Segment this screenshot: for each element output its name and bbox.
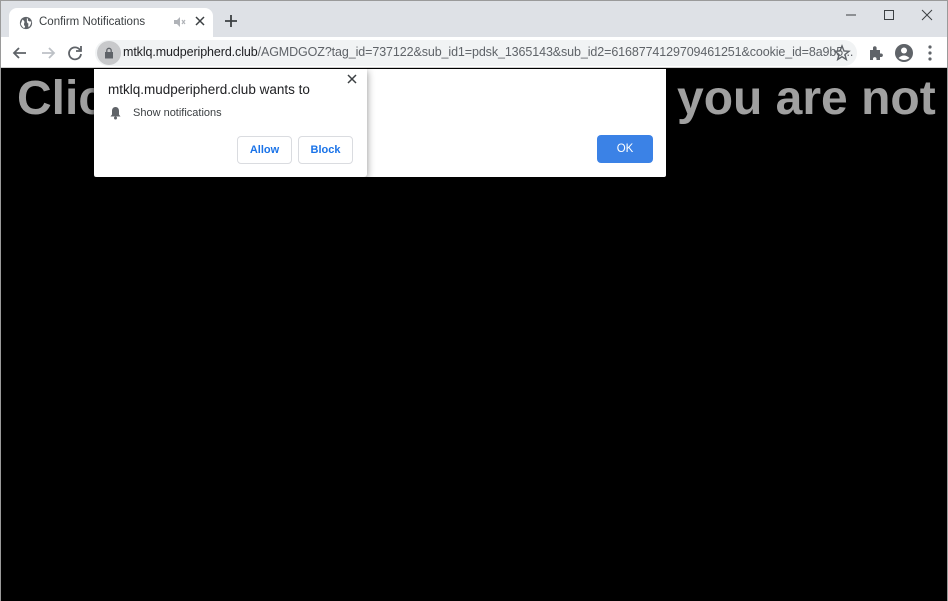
permission-label: Show notifications xyxy=(133,107,222,119)
url-host: mtklq.mudperipherd.club xyxy=(123,45,258,59)
reload-icon[interactable] xyxy=(64,42,86,64)
minimize-button[interactable] xyxy=(831,1,871,29)
maximize-button[interactable] xyxy=(869,1,909,29)
speaker-muted-icon[interactable] xyxy=(172,15,186,29)
tab-close-button[interactable] xyxy=(192,13,208,29)
close-icon[interactable] xyxy=(345,72,359,86)
close-icon xyxy=(195,16,205,26)
bell-icon xyxy=(110,107,121,120)
notification-permission-prompt: mtklq.mudperipherd.club wants to Show no… xyxy=(94,69,367,177)
minimize-icon xyxy=(846,14,856,16)
tab-strip: Confirm Notifications xyxy=(1,1,947,37)
new-tab-button[interactable] xyxy=(221,11,241,31)
star-icon[interactable] xyxy=(833,44,851,62)
browser-toolbar: mtklq.mudperipherd.club/AGMDGOZ?tag_id=7… xyxy=(1,37,947,68)
kebab-menu-icon[interactable] xyxy=(925,44,935,62)
maximize-icon xyxy=(884,10,894,20)
tab-title: Confirm Notifications xyxy=(39,16,146,28)
plus-icon xyxy=(225,15,237,27)
headline-right-text: you are not xyxy=(677,72,936,125)
site-info-button[interactable] xyxy=(97,41,121,65)
alert-ok-button[interactable]: OK xyxy=(597,135,653,163)
browser-window: Confirm Notifications mtklq.mudperipherd… xyxy=(0,0,948,601)
close-window-button[interactable] xyxy=(907,1,947,29)
headline-left-text: Clic xyxy=(17,72,106,125)
arrow-right-icon[interactable] xyxy=(37,42,59,64)
tab-confirm-notifications[interactable]: Confirm Notifications xyxy=(9,8,213,37)
globe-icon xyxy=(19,16,33,30)
url-path: /AGMDGOZ?tag_id=737122&sub_id1=pdsk_1365… xyxy=(257,45,854,59)
puzzle-icon[interactable] xyxy=(867,44,885,62)
page-content: Clic you are not mtklq.mudperipherd.club… xyxy=(1,69,947,601)
url-text[interactable]: mtklq.mudperipherd.club/AGMDGOZ?tag_id=7… xyxy=(123,45,853,59)
close-icon xyxy=(921,9,933,21)
lock-icon xyxy=(105,47,113,59)
account-icon[interactable] xyxy=(894,43,914,63)
permission-title: mtklq.mudperipherd.club wants to xyxy=(108,82,310,97)
allow-button[interactable]: Allow xyxy=(237,136,292,164)
address-bar[interactable]: mtklq.mudperipherd.club/AGMDGOZ?tag_id=7… xyxy=(95,40,857,66)
arrow-left-icon[interactable] xyxy=(9,42,31,64)
block-button[interactable]: Block xyxy=(298,136,353,164)
